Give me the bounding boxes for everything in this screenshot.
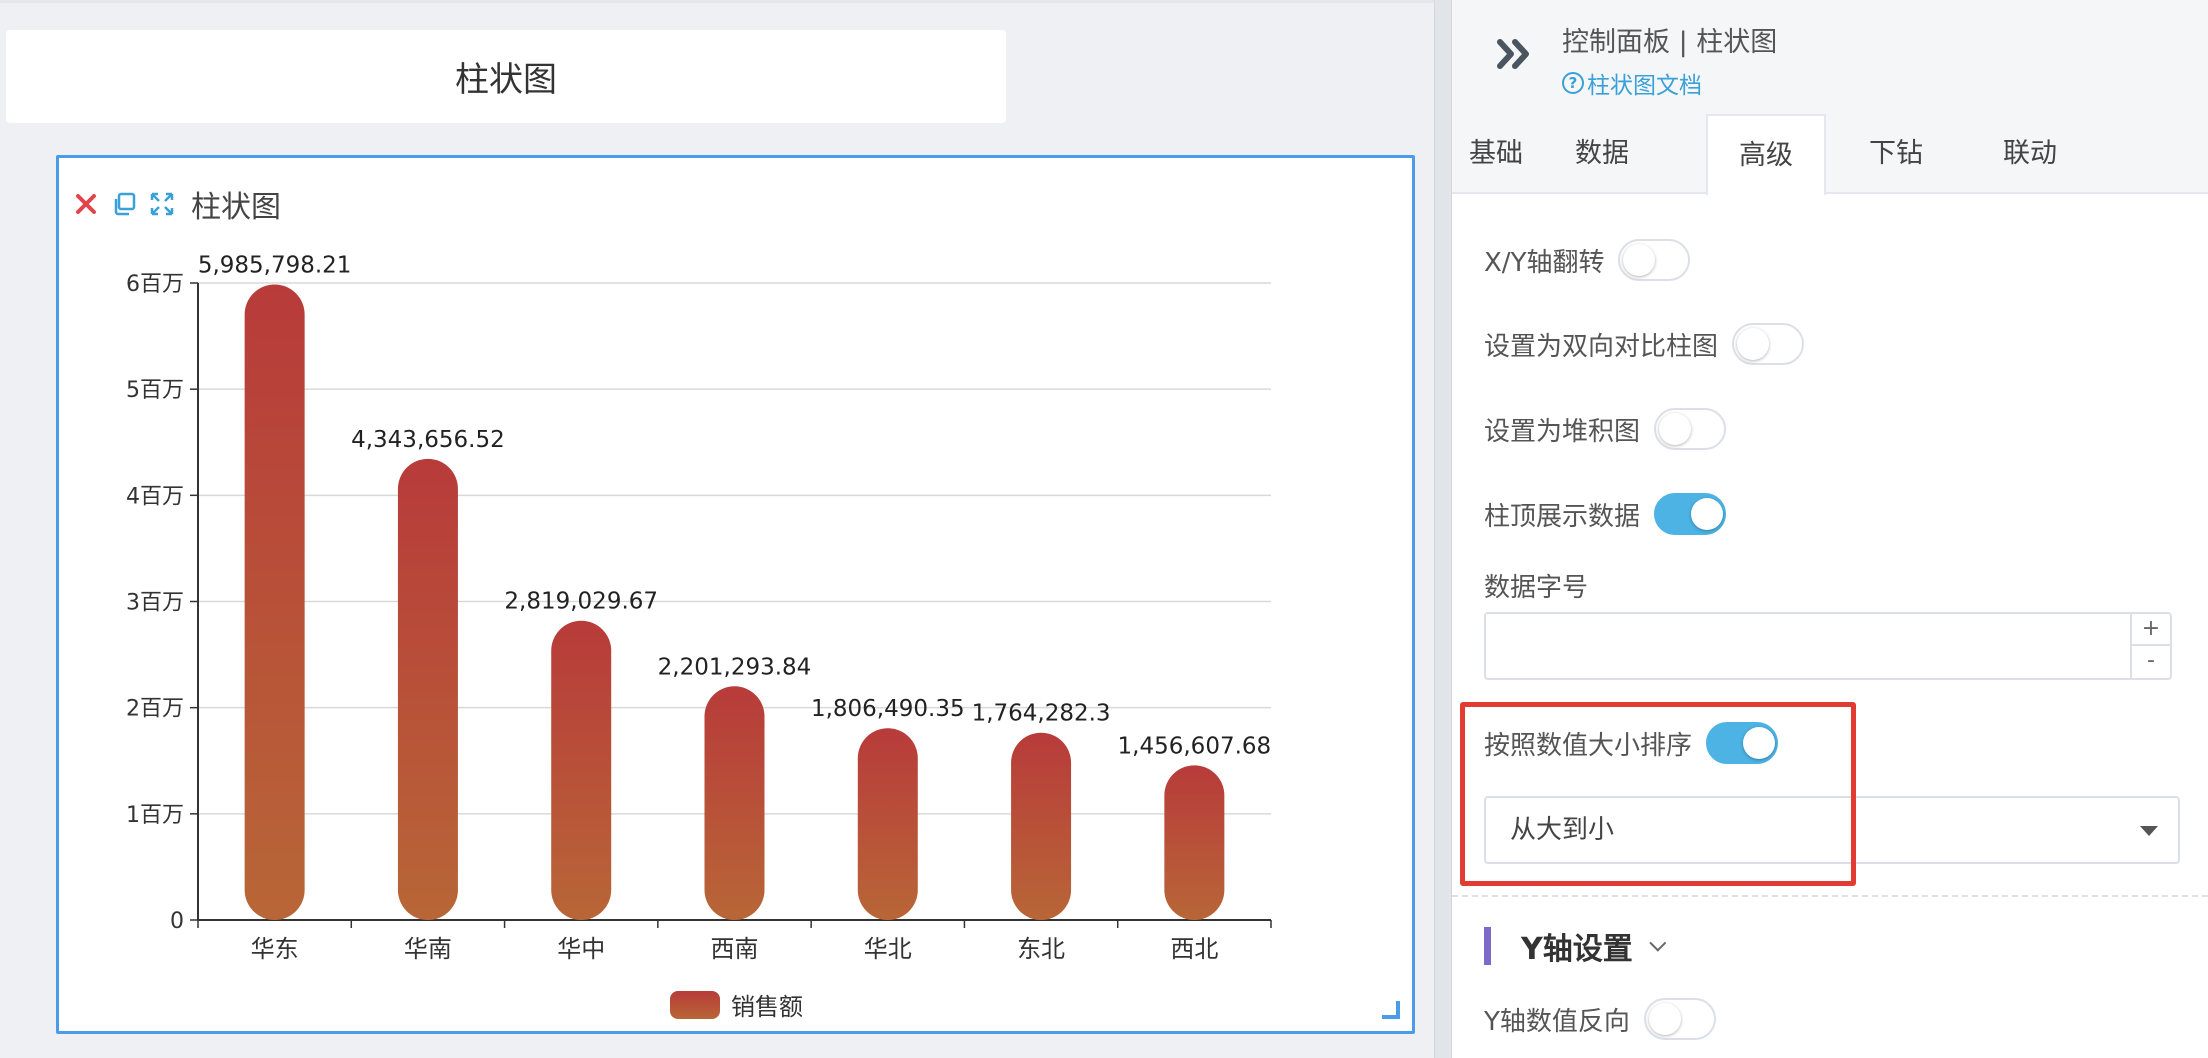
x-tick-label: 华东 [251, 935, 299, 963]
page-title-card[interactable]: 柱状图 [6, 30, 1006, 123]
data-label: 1,806,490.35 [811, 696, 965, 722]
panel-header: 控制面板 | 柱状图 ? 柱状图文档 [1452, 0, 2208, 114]
stacked-switch[interactable] [1654, 408, 1727, 450]
x-tick-label: 东北 [1017, 935, 1065, 963]
resize-handle[interactable] [1382, 1001, 1400, 1019]
tab-drilldown[interactable]: 下钻 [1826, 114, 1966, 194]
caret-down-icon [2140, 826, 2158, 836]
chart-toolbar: 柱状图 [73, 184, 281, 225]
y-tick-label: 0 [170, 909, 184, 934]
y-tick-label: 1百万 [126, 803, 184, 828]
panel-title: 控制面板 | 柱状图 [1562, 27, 1778, 58]
bar-chart: 0 1百万 2百万 3百万 4百万 5百万 6百万 5,985,798.21 华东 4,343,6… [126, 253, 1272, 1021]
question-circle-icon: ? [1562, 72, 1584, 94]
y-tick-label: 4百万 [126, 484, 184, 509]
tab-advanced[interactable]: 高级 [1706, 114, 1826, 196]
bar [1164, 765, 1225, 920]
option-label: 柱顶展示数据 [1484, 501, 1641, 532]
data-label: 1,764,282.3 [972, 701, 1111, 727]
y-axis-section-title: Y轴设置 [1521, 932, 1633, 967]
option-show-top-data: 柱顶展示数据 [1484, 493, 1727, 535]
tab-basic[interactable]: 基础 [1452, 114, 1540, 194]
double-chevron-right-icon[interactable] [1494, 32, 1538, 76]
x-tick-label: 西南 [711, 935, 759, 963]
bar [397, 458, 458, 920]
font-size-input[interactable] [1486, 614, 2106, 676]
option-xy-flip: X/Y轴翻转 [1484, 239, 1691, 281]
close-icon[interactable] [73, 191, 99, 217]
font-size-label: 数据字号 [1484, 573, 1589, 603]
stepper-minus-button[interactable]: - [2132, 646, 2170, 678]
control-panel: 控制面板 | 柱状图 ? 柱状图文档 基础 数据 高级 下钻 联动 X/Y轴翻转… [1452, 0, 2208, 1058]
option-y-axis-reverse: Y轴数值反向 [1484, 998, 1716, 1040]
option-label: 设置为堆积图 [1484, 416, 1641, 447]
chart-widget[interactable]: 0 1百万 2百万 3百万 4百万 5百万 6百万 5,985,798.21 华东 4,343,6… [56, 155, 1415, 1034]
option-label: Y轴数值反向 [1484, 1006, 1630, 1037]
copy-icon[interactable] [111, 191, 137, 217]
highlight-annotation [1460, 702, 1856, 886]
bar [244, 284, 305, 920]
tab-linkage[interactable]: 联动 [1966, 114, 2094, 194]
bar [551, 620, 612, 920]
section-divider [1452, 895, 2208, 897]
y-tick-label: 5百万 [126, 378, 184, 403]
doc-link[interactable]: ? 柱状图文档 [1562, 66, 1702, 100]
x-tick-label: 华中 [557, 935, 605, 963]
y-axis-section-header[interactable]: Y轴设置 [1484, 924, 1667, 968]
data-label: 2,201,293.84 [658, 654, 812, 680]
x-tick-label: 华南 [404, 935, 452, 963]
option-label: 设置为双向对比柱图 [1484, 331, 1719, 362]
option-label: X/Y轴翻转 [1484, 247, 1605, 278]
show-top-data-switch[interactable] [1654, 493, 1727, 535]
bar [1011, 732, 1072, 920]
fullscreen-icon[interactable] [149, 191, 175, 217]
option-stacked: 设置为堆积图 [1484, 408, 1727, 450]
xy-flip-switch[interactable] [1618, 239, 1691, 281]
section-accent-bar [1484, 927, 1491, 965]
bidirectional-switch[interactable] [1732, 323, 1805, 365]
legend-swatch [670, 991, 720, 1019]
panel-divider[interactable] [1434, 0, 1452, 1058]
option-bidirectional: 设置为双向对比柱图 [1484, 323, 1805, 365]
data-label: 1,456,607.68 [1118, 733, 1272, 759]
panel-tabs: 基础 数据 高级 下钻 联动 [1452, 114, 2208, 196]
y-tick-label: 2百万 [126, 697, 184, 722]
data-label: 5,985,798.21 [198, 253, 352, 279]
chart-title: 柱状图 [191, 190, 281, 225]
legend-label: 销售额 [731, 993, 803, 1021]
bar [704, 686, 765, 920]
y-axis-reverse-switch[interactable] [1643, 998, 1716, 1040]
bar [857, 728, 918, 920]
tab-data[interactable]: 数据 [1540, 114, 1664, 194]
stepper-plus-button[interactable]: + [2132, 614, 2170, 646]
x-tick-label: 华北 [864, 935, 912, 963]
font-size-stepper: + - [2130, 614, 2170, 678]
data-label: 2,819,029.67 [504, 589, 658, 615]
page-title: 柱状图 [455, 60, 557, 100]
y-tick-label: 6百万 [126, 272, 184, 297]
canvas-area: 柱状图 0 1百万 2百万 3百万 4百万 5百万 6百万 5,985,798.21 华东 4,3… [0, 0, 1434, 1058]
x-tick-label: 西北 [1170, 935, 1218, 963]
data-label: 4,343,656.52 [351, 427, 505, 453]
y-tick-label: 3百万 [126, 591, 184, 616]
chevron-down-icon [1649, 934, 1667, 952]
font-size-field: + - [1484, 612, 2172, 680]
doc-link-label: 柱状图文档 [1587, 73, 1702, 99]
